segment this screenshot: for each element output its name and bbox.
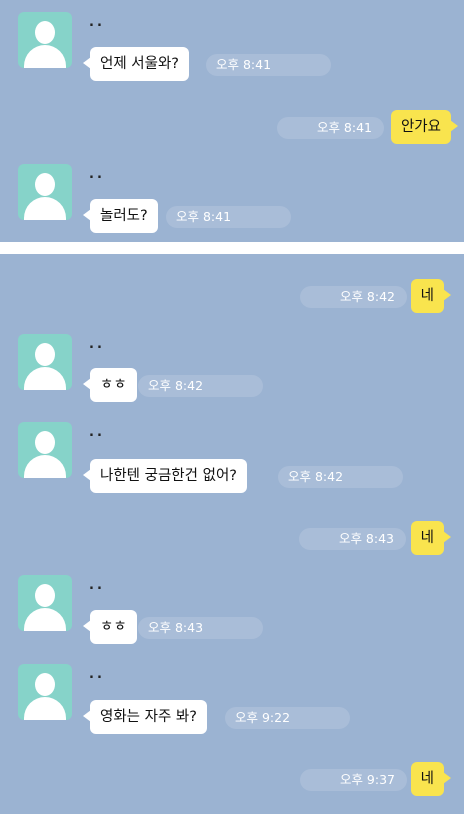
profile-head-icon [35,173,55,196]
profile-body-icon [24,367,66,390]
incoming-message-bubble[interactable]: ㅎㅎ [83,610,137,644]
incoming-message-bubble[interactable]: 언제 서울와? [82,47,190,81]
sender-name: .. [89,337,105,352]
sender-avatar[interactable] [18,422,72,478]
message-time: 오후 9:37 [299,769,407,791]
sender-name: .. [89,15,105,30]
profile-head-icon [35,431,55,454]
sender-name: .. [89,425,105,440]
sender-avatar[interactable] [18,164,72,220]
profile-body-icon [24,697,66,720]
incoming-message-bubble[interactable]: 나한텐 궁금한건 없어? [83,459,247,493]
sender-avatar[interactable] [18,334,72,390]
sender-name: .. [89,578,105,593]
chat-panel-top: .. 언제 서울와? 오후 8:41 오후 8:41 안가요 .. 놀러도? 오… [0,0,464,242]
incoming-message-bubble[interactable]: ㅎㅎ [83,368,137,402]
incoming-message-bubble[interactable]: 영화는 자주 봐? [83,700,207,734]
message-time: 오후 8:41 [206,54,332,76]
message-time: 오후 8:42 [138,375,264,397]
sender-avatar[interactable] [18,664,72,720]
message-time: 오후 8:41 [276,117,384,139]
sender-avatar[interactable] [18,12,72,68]
outgoing-message-bubble[interactable]: 네 [410,279,452,313]
message-time: 오후 8:42 [278,466,404,488]
profile-body-icon [24,45,66,68]
message-time: 오후 8:43 [138,617,264,639]
sender-name: .. [89,167,105,182]
message-time: 오후 8:42 [299,286,407,308]
profile-body-icon [24,455,66,478]
message-time: 오후 9:22 [225,707,351,729]
message-time: 오후 8:41 [166,206,292,228]
outgoing-message-bubble[interactable]: 안가요 [390,110,459,144]
sender-name: .. [89,667,105,682]
incoming-message-bubble[interactable]: 놀러도? [83,199,158,233]
profile-body-icon [24,608,66,631]
profile-head-icon [35,21,55,44]
chat-panel-bottom: 오후 8:42 네 .. ㅎㅎ 오후 8:42 .. 나한텐 궁금한건 없어? … [0,254,464,814]
outgoing-message-bubble[interactable]: 네 [410,521,452,555]
sender-avatar[interactable] [18,575,72,631]
profile-head-icon [35,584,55,607]
profile-body-icon [24,197,66,220]
outgoing-message-bubble[interactable]: 네 [410,762,452,796]
profile-head-icon [35,673,55,696]
message-time: 오후 8:43 [298,528,406,550]
profile-head-icon [35,343,55,366]
